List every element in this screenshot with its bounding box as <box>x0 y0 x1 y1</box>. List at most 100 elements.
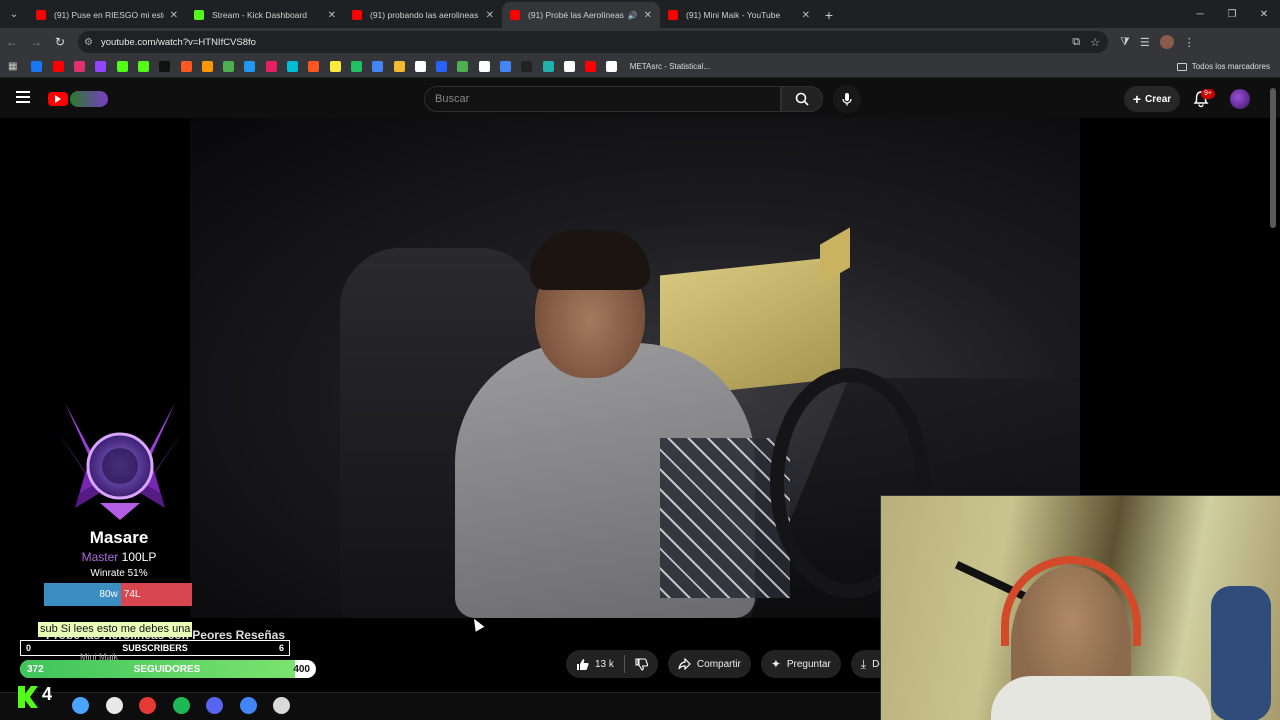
bookmark-favicon-icon[interactable] <box>457 61 469 72</box>
voice-search-button[interactable] <box>833 85 861 113</box>
bookmark-favicon-icon[interactable] <box>414 61 426 72</box>
tab-favicon-icon <box>510 10 520 20</box>
browser-tab[interactable]: (91) Probé las Aerolíneas co 🔊 ✕ <box>502 2 660 28</box>
extensions-icon[interactable]: ⧩ <box>1120 36 1130 49</box>
profile-avatar[interactable] <box>1159 35 1174 49</box>
all-bookmarks[interactable]: Todos los marcadores <box>1176 62 1270 71</box>
summoner-name: Masare <box>89 528 149 547</box>
followers-goal-bar: 372 SEGUIDORES 400 <box>20 660 316 678</box>
folder-icon <box>1176 62 1187 71</box>
taskbar-app-icon[interactable] <box>172 697 190 714</box>
bookmark-favicon-icon[interactable] <box>393 61 405 72</box>
hamburger-menu-icon[interactable] <box>16 91 30 103</box>
streamer-shirt <box>991 676 1211 720</box>
tab-search-chevron-icon[interactable]: ⌄ <box>0 0 28 28</box>
apps-grid-icon[interactable]: ▦ <box>8 61 17 72</box>
forward-icon[interactable]: → <box>24 30 48 54</box>
video-actions: 13 k Compartir ✦ Preguntar ⤓ Descargar <box>566 650 901 678</box>
minimize-icon[interactable]: ─ <box>1184 0 1216 28</box>
tab-title: (91) Probé las Aerolíneas co <box>528 10 624 20</box>
bookmarks-bar: ▦ METAsrc - Statistical... Todos los mar… <box>0 56 1280 78</box>
bookmark-favicon-icon[interactable] <box>31 61 43 72</box>
taskbar-apps <box>72 697 290 714</box>
bookmark-favicon-icon[interactable] <box>499 61 511 72</box>
browser-tab[interactable]: (91) probando las aerolineas con ✕ <box>344 2 502 28</box>
tab-audio-icon[interactable]: 🔊 <box>628 11 638 20</box>
subscribers-goal-bar: 0 SUBSCRIBERS 6 <box>20 640 290 656</box>
new-tab-button[interactable]: + <box>818 2 840 28</box>
bookmark-favicon-icon[interactable] <box>308 61 320 72</box>
reload-icon[interactable]: ↻ <box>48 30 72 54</box>
bookmark-favicon-icon[interactable] <box>265 61 277 72</box>
youtube-logo[interactable] <box>48 90 108 108</box>
browser-tab[interactable]: Stream - Kick Dashboard ✕ <box>186 2 344 28</box>
tab-close-icon[interactable]: ✕ <box>802 10 810 21</box>
taskbar-app-icon[interactable] <box>273 697 290 714</box>
tab-close-icon[interactable]: ✕ <box>170 10 178 21</box>
bookmark-favicon-icon[interactable] <box>287 61 299 72</box>
bookmark-favicon-icon[interactable] <box>52 61 64 72</box>
scrolling-message: sub Si lees esto me debes una <box>38 622 193 637</box>
bookmark-favicon-icon[interactable] <box>95 61 107 72</box>
ask-button[interactable]: ✦ Preguntar <box>760 650 841 678</box>
close-window-icon[interactable]: ✕ <box>1248 0 1280 28</box>
tab-close-icon[interactable]: ✕ <box>644 10 652 21</box>
bookmark-favicon-icon[interactable] <box>244 61 256 72</box>
browser-tab[interactable]: (91) Mini Maik - YouTube ✕ <box>660 2 818 28</box>
taskbar-app-icon[interactable] <box>239 697 257 714</box>
taskbar-app-icon[interactable] <box>105 697 123 714</box>
league-points: 100LP <box>121 550 157 564</box>
restore-icon[interactable]: ❐ <box>1216 0 1248 28</box>
tab-close-icon[interactable]: ✕ <box>486 10 494 21</box>
bookmark-favicon-icon[interactable] <box>201 61 213 72</box>
bookmark-star-icon[interactable]: ☆ <box>1090 36 1100 49</box>
media-control-icon[interactable]: ☰ <box>1140 36 1150 49</box>
sparkle-icon: ✦ <box>770 657 781 671</box>
create-button[interactable]: + Crear <box>1124 86 1180 112</box>
bookmark-favicon-icon[interactable] <box>563 61 575 72</box>
bookmark-favicon-icon[interactable] <box>329 61 341 72</box>
url-bar[interactable]: ⚙ youtube.com/watch?v=HTNIfCVS8fo ⧉ ☆ <box>78 31 1108 53</box>
bookmark-favicon-icon[interactable] <box>542 61 554 72</box>
search-button[interactable] <box>781 86 823 112</box>
win-loss-bar: 80w 74L <box>44 583 192 606</box>
taskbar-app-icon[interactable] <box>139 697 156 714</box>
bookmark-favicon-icon[interactable] <box>159 61 171 72</box>
thumbs-up-icon <box>577 658 589 670</box>
bookmark-favicon-icon[interactable] <box>180 61 192 72</box>
streamer-webcam <box>880 495 1280 720</box>
site-info-icon[interactable]: ⚙ <box>84 37 93 48</box>
bookmark-favicon-icon[interactable] <box>521 61 533 72</box>
youtube-play-icon <box>48 92 68 106</box>
mouse-cursor-icon <box>469 616 485 632</box>
share-button[interactable]: Compartir <box>667 650 751 678</box>
thumbs-down-icon[interactable] <box>635 657 648 671</box>
tab-close-icon[interactable]: ✕ <box>328 10 336 21</box>
share-label: Compartir <box>696 658 741 670</box>
bookmark-favicon-icon[interactable] <box>137 61 149 72</box>
bookmark-favicon-icon[interactable] <box>116 61 128 72</box>
cast-icon[interactable]: ⧉ <box>1072 36 1080 49</box>
losses-label: 74L <box>123 589 141 600</box>
search-input[interactable]: Buscar <box>424 86 781 112</box>
page-scrollbar[interactable] <box>1270 88 1276 228</box>
bookmark-favicon-icon[interactable] <box>74 61 86 72</box>
followers-label: SEGUIDORES <box>133 663 201 675</box>
browser-menu-icon[interactable]: ⋮ <box>1184 36 1195 49</box>
taskbar-app-icon[interactable] <box>206 697 223 714</box>
taskbar-app-icon[interactable] <box>72 697 89 714</box>
bookmark-metasrc[interactable]: METAsrc - Statistical... <box>630 62 710 71</box>
bookmark-favicon-icon[interactable] <box>585 61 597 72</box>
like-count: 13 k <box>595 658 614 670</box>
bookmark-favicon-icon[interactable] <box>436 61 448 72</box>
bookmark-favicon-icon[interactable] <box>478 61 490 72</box>
bookmark-favicon-icon[interactable] <box>372 61 384 72</box>
bookmark-favicon-icon[interactable] <box>350 61 362 72</box>
bookmark-favicon-icon[interactable] <box>606 61 618 72</box>
browser-tab[interactable]: (91) Puse en RIESGO mi estómago ✕ <box>28 2 186 28</box>
account-avatar[interactable] <box>1230 89 1250 109</box>
losses-segment: 74L <box>120 583 192 606</box>
back-icon[interactable]: ← <box>0 30 24 54</box>
like-button[interactable]: 13 k <box>576 658 614 671</box>
bookmark-favicon-icon[interactable] <box>223 61 235 72</box>
